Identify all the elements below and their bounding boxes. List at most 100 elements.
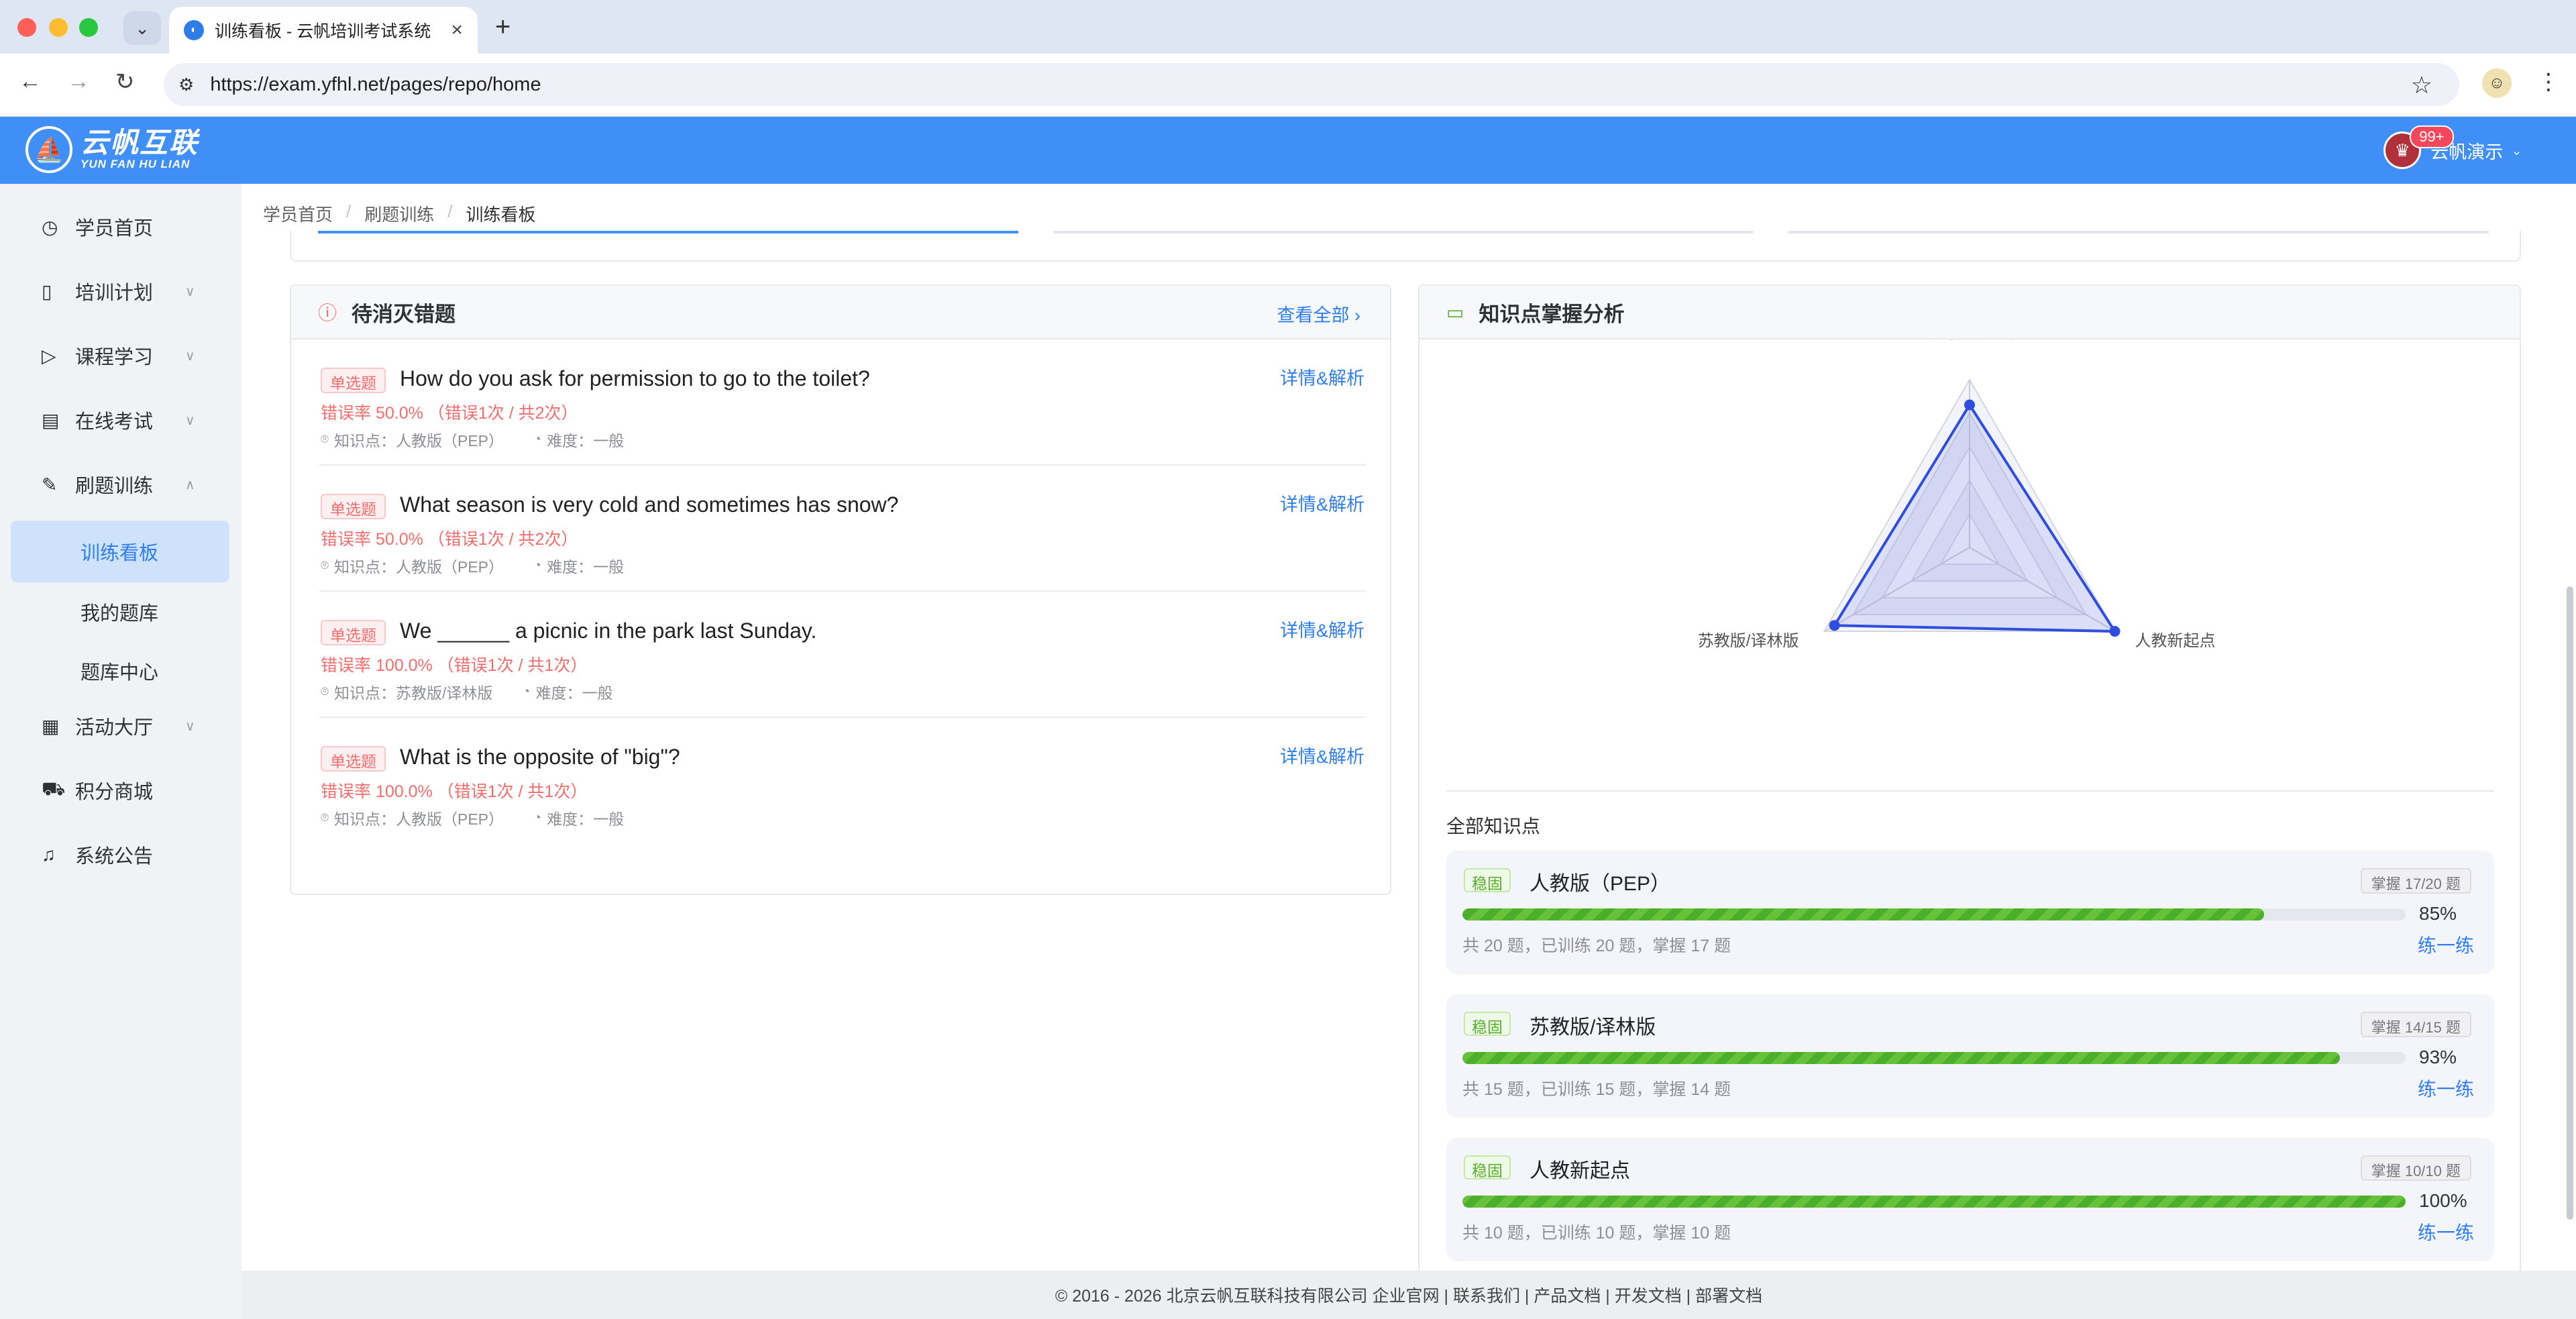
radar-axis-label: 苏教版/译林版 (1698, 632, 1799, 650)
browser-tab[interactable]: ◐ 训练看板 - 云帆培训考试系统 × (169, 7, 478, 54)
progress-fill (1462, 1196, 2406, 1208)
breadcrumb-separator: / (346, 201, 352, 221)
breadcrumb-home[interactable]: 学员首页 (263, 201, 333, 226)
url-input[interactable]: ⚙ https://exam.yfhl.net/pages/repo/home … (164, 63, 2459, 106)
list-item: 单选题 We ______ a picnic in the park last … (319, 592, 1366, 718)
practice-link[interactable]: 练一练 (2418, 931, 2474, 958)
warning-circle-icon: ⓘ (318, 303, 337, 323)
sidebar-item-announcements[interactable]: ♫ 系统公告 (0, 823, 241, 887)
knowledge-point: 知识点：苏教版/译林版 (334, 684, 493, 702)
new-tab-plus-icon[interactable]: + (495, 12, 511, 42)
bookmark-star-icon[interactable]: ☆ (2411, 71, 2432, 99)
knowledge-item: 稳固 人教新起点 掌握 10/10 题 100% 共 10 题，已训练 10 题… (1446, 1138, 2494, 1261)
stat-bar (1788, 231, 2489, 233)
logo[interactable]: ⛵ 云帆互联 YUN FAN HU LIAN (25, 126, 199, 173)
chevron-down-icon: ⌄ (2511, 143, 2522, 158)
page-scrollbar[interactable] (2567, 586, 2573, 1220)
browser-menu-icon[interactable]: ⋮ (2537, 68, 2560, 95)
page-footer: © 2016 - 2026 北京云帆互联科技有限公司 企业官网 | 联系我们 |… (241, 1271, 2576, 1319)
list-item: 单选题 How do you ask for permission to go … (319, 339, 1366, 466)
location-pin-icon: ⌾ (321, 684, 329, 699)
back-arrow-icon[interactable]: ← (19, 68, 42, 95)
close-window-button[interactable] (17, 18, 36, 37)
detail-analysis-link[interactable]: 详情&解析 (1280, 616, 1364, 642)
location-pin-icon: ⌾ (321, 431, 329, 447)
progress-percent: 85% (2419, 903, 2457, 924)
sidebar-item-label: 刷题训练 (75, 476, 154, 497)
sidebar-subitem-label: 我的题库 (80, 603, 159, 625)
sidebar-item-practice[interactable]: ✎ 刷题训练 ∧ (0, 452, 241, 517)
notification-badge: 99+ (2410, 125, 2454, 148)
gauge-icon: ◔ (533, 431, 542, 447)
sidebar-item-label: 在线考试 (75, 411, 154, 433)
calendar-icon: ▦ (42, 715, 60, 737)
gauge-icon: ◔ (533, 558, 542, 573)
radar-point-2[interactable] (1829, 620, 1840, 631)
sidebar-item-home[interactable]: ◷ 学员首页 (0, 195, 241, 259)
stat-bar (1053, 231, 1754, 233)
practice-link[interactable]: 练一练 (2418, 1218, 2474, 1245)
error-rate: 错误率 100.0% （错误1次 / 共1次） (321, 656, 588, 675)
radar-point-1[interactable] (2109, 626, 2121, 637)
detail-analysis-link[interactable]: 详情&解析 (1280, 742, 1364, 768)
minimize-window-button[interactable] (49, 18, 68, 37)
divider (1446, 790, 2494, 792)
detail-analysis-link[interactable]: 详情&解析 (1280, 490, 1364, 516)
chevron-up-icon: ∧ (185, 477, 195, 492)
question-meta: ⌾ 知识点：人教版（PEP） ◔ 难度：一般 (321, 554, 624, 577)
knowledge-name: 人教新起点 (1529, 1160, 1630, 1182)
progress-track (1462, 1196, 2406, 1208)
sidebar-item-exams[interactable]: ▤ 在线考试 ∨ (0, 388, 241, 452)
question-type-tag: 单选题 (321, 368, 386, 393)
stat-bar (318, 231, 1018, 233)
practice-link[interactable]: 练一练 (2418, 1075, 2474, 1102)
knowledge-item: 稳固 人教版（PEP） 掌握 17/20 题 85% 共 20 题，已训练 20… (1446, 851, 2494, 974)
progress-track (1462, 1052, 2406, 1064)
sidebar-subitem-training-board[interactable]: 训练看板 (11, 521, 229, 582)
close-tab-icon[interactable]: × (451, 19, 463, 42)
gauge-icon: ◔ (522, 684, 531, 699)
progress-track (1462, 908, 2406, 920)
difficulty: 难度：一般 (535, 684, 613, 702)
breadcrumb-practice[interactable]: 刷题训练 (364, 201, 434, 226)
sidebar: ◷ 学员首页 ▯ 培训计划 ∨ ▷ 课程学习 ∨ ▤ 在线考试 ∨ ✎ 刷题训练… (0, 184, 241, 1319)
sidebar-item-courses[interactable]: ▷ 课程学习 ∨ (0, 323, 241, 388)
error-rate: 错误率 100.0% （错误1次 / 共1次） (321, 782, 588, 801)
mastery-count-badge: 掌握 17/20 题 (2360, 868, 2471, 894)
mastery-count-badge: 掌握 10/10 题 (2360, 1155, 2471, 1181)
reload-icon[interactable]: ↻ (115, 68, 135, 95)
sidebar-item-points-mall[interactable]: ⛟ 积分商城 (0, 758, 241, 823)
chevron-down-icon: ∨ (185, 284, 195, 299)
sidebar-item-training-plan[interactable]: ▯ 培训计划 ∨ (0, 259, 241, 323)
breadcrumb: 学员首页 / 刷题训练 / 训练看板 (263, 201, 536, 226)
sidebar-item-activities[interactable]: ▦ 活动大厅 ∨ (0, 694, 241, 758)
maximize-window-button[interactable] (79, 18, 98, 37)
forward-arrow-icon[interactable]: → (67, 68, 90, 95)
detail-analysis-link[interactable]: 详情&解析 (1280, 364, 1364, 390)
tab-list-chevron-icon[interactable]: ⌄ (123, 11, 161, 45)
mastery-status-tag: 稳固 (1464, 1012, 1511, 1036)
site-settings-icon[interactable]: ⚙ (178, 74, 194, 95)
error-rate: 错误率 50.0% （错误1次 / 共2次） (321, 404, 578, 423)
card-header: ⓘ 待消灭错题 查看全部 › (291, 286, 1390, 339)
all-knowledge-label: 全部知识点 (1446, 816, 1541, 837)
radar-axis-label: 人教版（PEP） (1913, 339, 2026, 342)
view-all-label: 查看全部 (1277, 305, 1350, 325)
url-text: https://exam.yfhl.net/pages/repo/home (210, 73, 541, 95)
play-icon: ▷ (42, 345, 56, 366)
exam-icon: ▤ (42, 409, 60, 431)
user-menu[interactable]: ♛ 99+ 云帆演示 ⌄ (2383, 125, 2522, 169)
question-meta: ⌾ 知识点：人教版（PEP） ◔ 难度：一般 (321, 428, 624, 451)
sidebar-subitem-my-bank[interactable]: 我的题库 (0, 582, 241, 641)
knowledge-stats: 共 15 题，已训练 15 题，掌握 14 题 (1462, 1080, 1731, 1099)
list-item: 单选题 What season is very cold and sometim… (319, 466, 1366, 592)
card-title: 待消灭错题 (352, 302, 456, 326)
avatar[interactable]: ♛ 99+ (2383, 125, 2454, 169)
view-all-link[interactable]: 查看全部 › (1277, 301, 1360, 327)
chevron-right-icon: › (1354, 305, 1360, 325)
radar-point-0[interactable] (1964, 399, 1975, 411)
knowledge-radar-chart: 人教版（PEP） 人教新起点 苏教版/译林版 (1698, 339, 2216, 650)
chevron-down-icon: ∨ (185, 413, 195, 428)
sidebar-subitem-bank-center[interactable]: 题库中心 (0, 641, 241, 700)
profile-avatar-icon[interactable]: ☺ (2482, 68, 2512, 98)
